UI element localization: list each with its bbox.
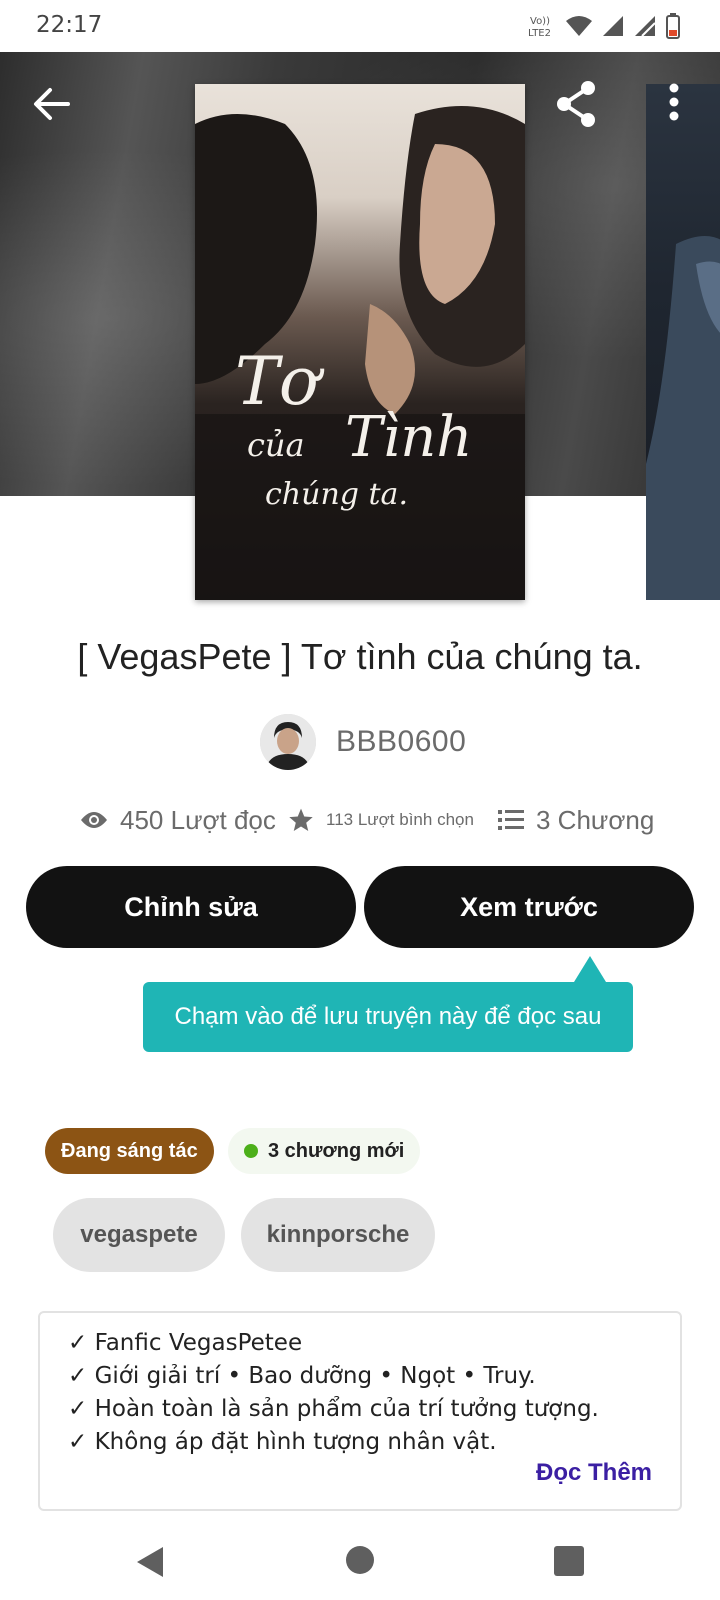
more-vert-icon	[669, 83, 679, 121]
new-parts-label: 3 chương mới	[268, 1139, 405, 1162]
status-icons: Vo)) LTE2	[528, 12, 680, 40]
tag-vegaspete[interactable]: vegaspete	[53, 1198, 225, 1272]
tag-kinnporsche[interactable]: kinnporsche	[241, 1198, 435, 1272]
avatar-image	[260, 714, 316, 770]
share-icon	[557, 81, 595, 127]
cover-title-art: Tơ của Tình chúng ta.	[235, 343, 472, 512]
back-button[interactable]	[32, 84, 72, 124]
tooltip-arrow	[574, 956, 606, 982]
next-story-cover[interactable]	[646, 84, 720, 600]
svg-text:Vo)): Vo))	[530, 16, 550, 27]
edit-button[interactable]: Chỉnh sửa	[26, 866, 356, 948]
nav-home-icon[interactable]	[346, 1546, 374, 1574]
story-cover[interactable]: Tơ của Tình chúng ta.	[195, 84, 525, 600]
system-nav-bar	[0, 1526, 720, 1600]
signal-icon	[603, 16, 623, 36]
share-button[interactable]	[552, 80, 600, 128]
status-bar: 22:17 Vo)) LTE2	[0, 0, 720, 52]
description-box[interactable]: ✓ Fanfic VegasPetee ✓ Giới giải trí • Ba…	[38, 1311, 682, 1511]
parts-count: 3 Chương	[536, 804, 655, 835]
avatar[interactable]	[260, 714, 316, 770]
nav-back-icon[interactable]	[136, 1546, 164, 1578]
volte-icon: Vo)) LTE2	[528, 16, 551, 39]
description-line: ✓ Hoàn toàn là sản phẩm của trí tưởng tư…	[68, 1396, 599, 1422]
svg-text:Tơ: Tơ	[235, 343, 325, 420]
description-text: ✓ Fanfic VegasPetee ✓ Giới giải trí • Ba…	[68, 1327, 599, 1459]
votes-count: 113 Lượt bình chọn	[326, 810, 474, 829]
wifi-icon	[566, 16, 592, 36]
new-parts-badge: 3 chương mới	[228, 1128, 421, 1174]
signal-icon-2	[635, 16, 656, 37]
next-cover-art	[646, 236, 720, 600]
eye-icon	[81, 812, 107, 828]
read-more-link[interactable]: Đọc Thêm	[536, 1459, 652, 1487]
votes-stat: 113 Lượt bình chọn	[288, 800, 474, 840]
svg-text:chúng ta.: chúng ta.	[265, 477, 408, 512]
battery-icon	[666, 13, 680, 39]
description-line: ✓ Fanfic VegasPetee	[68, 1330, 303, 1356]
description-line: ✓ Giới giải trí • Bao dưỡng • Ngọt • Tru…	[68, 1363, 536, 1389]
story-title: [ VegasPete ] Tơ tình của chúng ta.	[77, 636, 643, 677]
description-line: ✓ Không áp đặt hình tượng nhân vật.	[68, 1429, 497, 1455]
author-name[interactable]: BBB0600	[336, 725, 466, 759]
parts-stat: 3 Chương	[498, 800, 654, 840]
svg-text:LTE2: LTE2	[528, 28, 551, 39]
status-badge: Đang sáng tác	[45, 1128, 214, 1174]
svg-text:của: của	[247, 426, 305, 464]
more-options-button[interactable]	[660, 82, 688, 126]
stats-row: 450 Lượt đọc 113 Lượt bình chọn 3 Chương	[0, 800, 720, 840]
author-row[interactable]: BBB0600	[260, 714, 466, 770]
svg-text:Tình: Tình	[345, 405, 472, 470]
back-arrow-icon	[34, 88, 70, 120]
status-time: 22:17	[36, 12, 103, 38]
save-for-later-tooltip[interactable]: Chạm vào để lưu truyện này để đọc sau	[143, 982, 633, 1052]
reads-count: 450 Lượt đọc	[120, 804, 276, 835]
new-indicator-dot	[244, 1144, 258, 1158]
list-icon	[498, 810, 524, 830]
reads-stat: 450 Lượt đọc	[80, 800, 276, 840]
preview-button[interactable]: Xem trước	[364, 866, 694, 948]
star-icon	[289, 808, 313, 832]
nav-recents-icon[interactable]	[554, 1546, 584, 1576]
